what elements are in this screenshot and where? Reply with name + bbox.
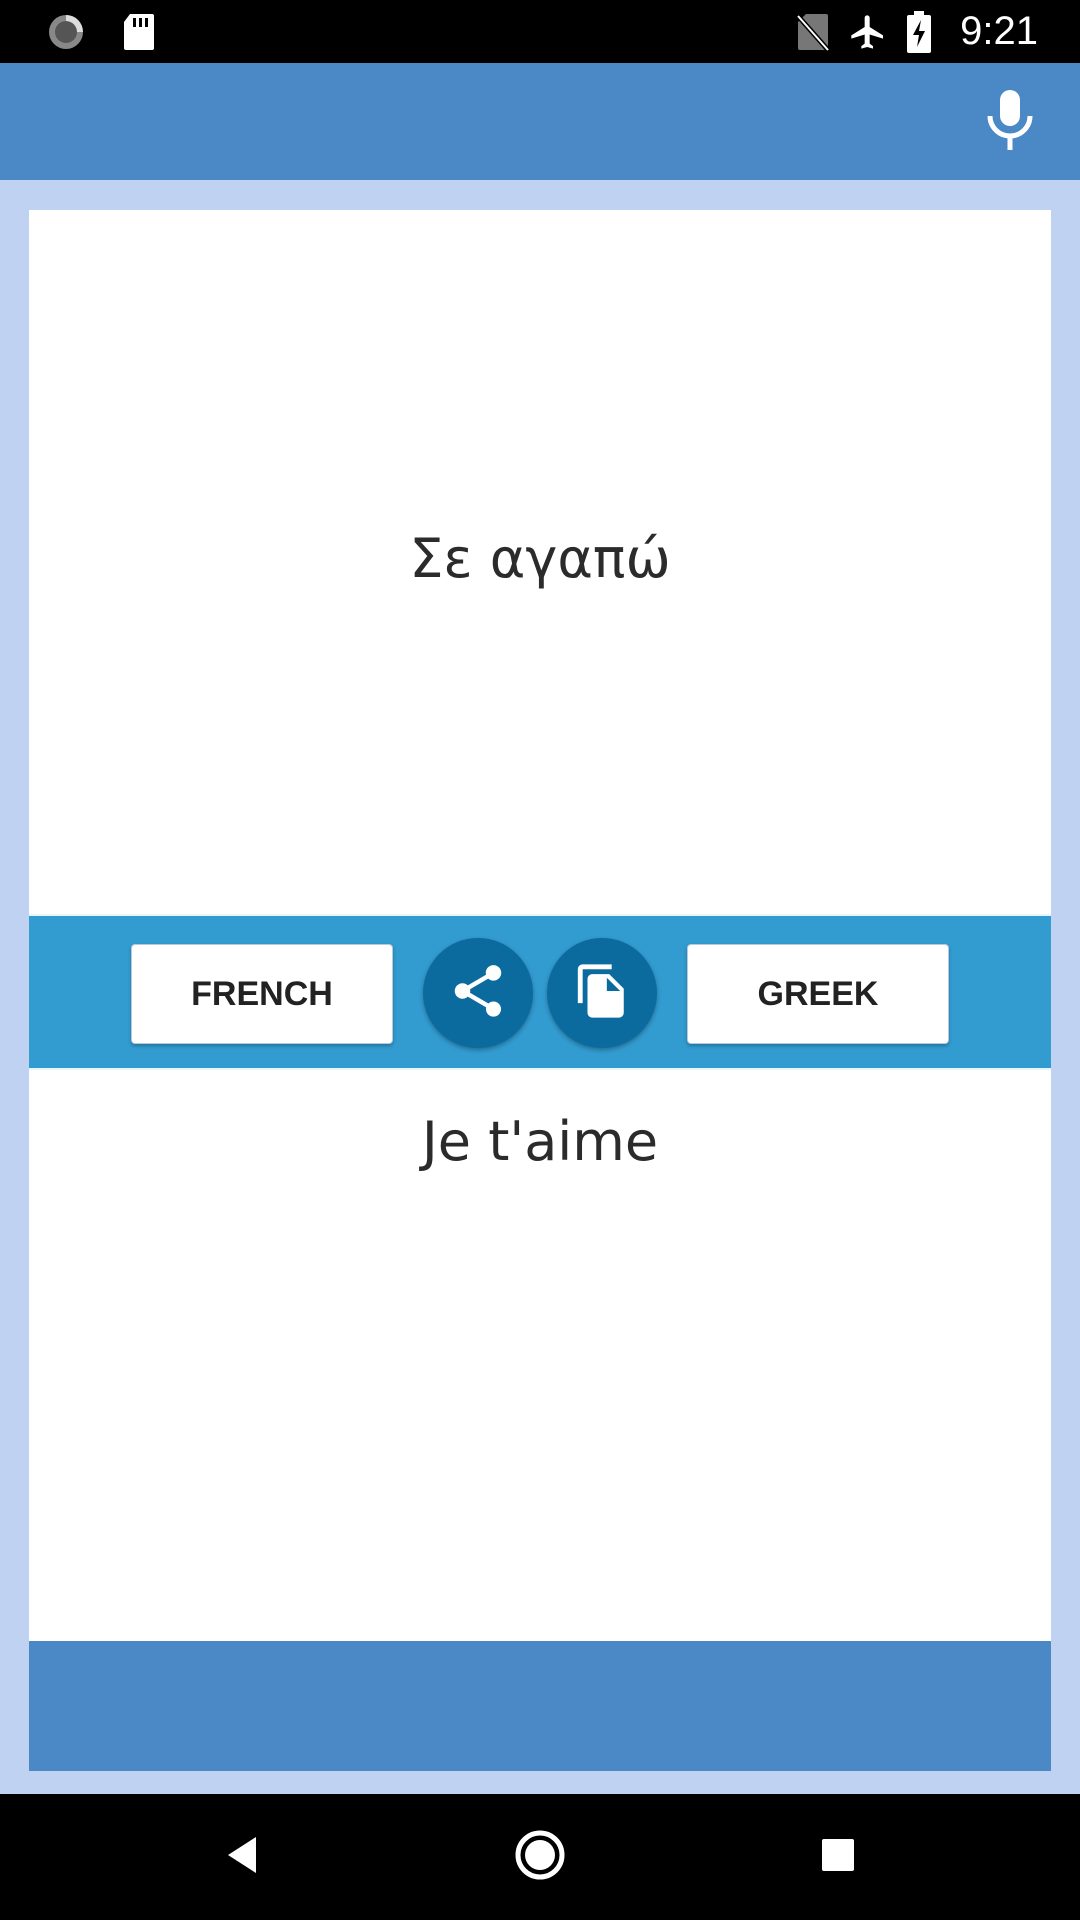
microphone-icon <box>983 88 1037 159</box>
home-icon <box>514 1829 566 1886</box>
sd-card-icon <box>122 12 156 52</box>
target-text: Je t'aime <box>421 1110 659 1173</box>
source-text: Σε αγαπώ <box>409 526 671 590</box>
status-right: 9:21 <box>796 0 1038 63</box>
share-button[interactable] <box>423 938 533 1048</box>
copy-button[interactable] <box>547 938 657 1048</box>
recent-apps-button[interactable] <box>808 1827 868 1887</box>
screen: 9:21 Σε αγαπώ FRENCH GREEK Je t'aime <box>0 0 1080 1920</box>
bottom-banner <box>29 1641 1051 1771</box>
share-icon <box>447 960 509 1027</box>
microphone-button[interactable] <box>970 83 1050 163</box>
target-text-panel[interactable]: Je t'aime <box>29 1070 1051 1641</box>
controls-bar: FRENCH GREEK <box>29 914 1051 1070</box>
status-left <box>46 0 156 63</box>
french-language-button[interactable]: FRENCH <box>131 944 393 1044</box>
back-icon <box>222 1833 262 1882</box>
back-button[interactable] <box>212 1827 272 1887</box>
main-area: Σε αγαπώ FRENCH GREEK Je t'aime <box>0 180 1080 1794</box>
copy-icon <box>573 962 631 1025</box>
status-bar: 9:21 <box>0 0 1080 63</box>
no-sim-icon <box>796 12 831 52</box>
airplane-mode-icon <box>848 12 888 52</box>
battery-charging-icon <box>906 10 932 53</box>
home-button[interactable] <box>510 1827 570 1887</box>
recent-apps-icon <box>818 1835 858 1880</box>
translator-card: Σε αγαπώ FRENCH GREEK Je t'aime <box>29 210 1051 1920</box>
greek-language-button[interactable]: GREEK <box>687 944 949 1044</box>
navigation-bar <box>0 1794 1080 1920</box>
sync-icon <box>46 12 86 52</box>
source-text-panel[interactable]: Σε αγαπώ <box>29 210 1051 914</box>
app-bar <box>0 63 1080 180</box>
status-time: 9:21 <box>960 9 1038 53</box>
